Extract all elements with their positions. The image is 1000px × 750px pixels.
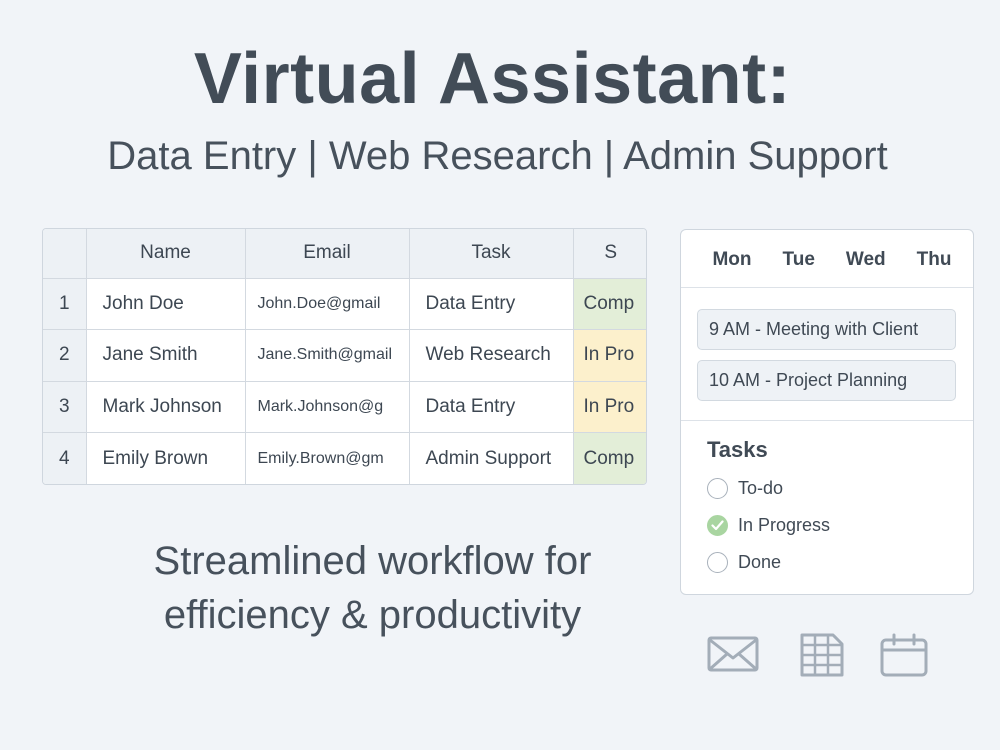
page-subtitle: Data Entry | Web Research | Admin Suppor…: [107, 134, 888, 178]
task-cell[interactable]: Web Research: [409, 329, 574, 382]
icon-row: [700, 632, 940, 682]
page: Virtual Assistant: Data Entry | Web Rese…: [0, 0, 1000, 750]
calendar-event[interactable]: 10 AM - Project Planning: [697, 360, 956, 401]
day-thu[interactable]: Thu: [917, 247, 952, 271]
status-cell[interactable]: Comp: [573, 278, 646, 330]
tagline-line: Streamlined workflow for: [153, 539, 592, 583]
page-title: Virtual Assistant:: [193, 39, 792, 119]
column-header-status[interactable]: S: [573, 229, 646, 279]
task-item-done[interactable]: Done: [707, 552, 781, 573]
task-label: To-do: [738, 478, 784, 498]
column-header-task[interactable]: Task: [409, 229, 574, 279]
radio-button[interactable]: [707, 478, 728, 499]
weekday-header: Mon Tue Wed Thu: [681, 230, 973, 288]
calendar-icon: [880, 633, 928, 677]
table-row: 2 Jane Smith Jane.Smith@gmail Web Resear…: [43, 329, 646, 382]
task-item-in-progress[interactable]: In Progress: [707, 515, 830, 536]
tagline-line: efficiency & productivity: [163, 593, 582, 637]
tasks-heading: Tasks: [707, 437, 768, 462]
name-cell[interactable]: Mark Johnson: [86, 381, 246, 433]
task-cell[interactable]: Admin Support: [409, 432, 574, 484]
day-mon[interactable]: Mon: [712, 247, 751, 271]
tagline: Streamlined workflow for efficiency & pr…: [95, 534, 650, 642]
header-row: Name Email Task S: [43, 229, 646, 279]
spreadsheet-icon: [800, 633, 844, 677]
row-number[interactable]: 1: [43, 278, 87, 330]
mail-icon: [707, 636, 759, 672]
check-icon: [711, 520, 724, 531]
name-cell[interactable]: Emily Brown: [86, 432, 246, 484]
table-row: 4 Emily Brown Emily.Brown@gm Admin Suppo…: [43, 432, 646, 484]
calendar-event[interactable]: 9 AM - Meeting with Client: [697, 309, 956, 350]
name-cell[interactable]: John Doe: [86, 278, 246, 330]
task-item-todo[interactable]: To-do: [707, 478, 783, 499]
divider: [681, 420, 973, 421]
column-header-email[interactable]: Email: [245, 229, 410, 279]
schedule-card: Mon Tue Wed Thu 9 AM - Meeting with Clie…: [680, 229, 974, 595]
day-wed[interactable]: Wed: [846, 247, 886, 271]
row-number[interactable]: 3: [43, 381, 87, 433]
task-label: Done: [738, 552, 782, 572]
table-row: 3 Mark Johnson Mark.Johnson@g Data Entry…: [43, 381, 646, 433]
spreadsheet: Name Email Task S 1 John Doe John.Doe@gm…: [42, 228, 647, 485]
column-header-name[interactable]: Name: [86, 229, 246, 279]
status-cell[interactable]: In Pro: [573, 329, 646, 382]
name-cell[interactable]: Jane Smith: [86, 329, 246, 382]
status-cell[interactable]: Comp: [573, 432, 646, 484]
column-header-rownum[interactable]: [43, 229, 87, 279]
radio-button[interactable]: [707, 552, 728, 573]
spreadsheet-table: Name Email Task S 1 John Doe John.Doe@gm…: [43, 229, 646, 484]
radio-checked[interactable]: [707, 515, 728, 536]
email-cell[interactable]: Mark.Johnson@g: [245, 381, 410, 433]
email-cell[interactable]: John.Doe@gmail: [245, 278, 410, 330]
email-cell[interactable]: Jane.Smith@gmail: [245, 329, 410, 382]
table-row: 1 John Doe John.Doe@gmail Data Entry Com…: [43, 278, 646, 330]
task-cell[interactable]: Data Entry: [409, 278, 574, 330]
status-cell[interactable]: In Pro: [573, 381, 646, 433]
row-number[interactable]: 4: [43, 432, 87, 484]
task-cell[interactable]: Data Entry: [409, 381, 574, 433]
day-tue[interactable]: Tue: [783, 247, 815, 271]
task-label: In Progress: [738, 515, 831, 535]
email-cell[interactable]: Emily.Brown@gm: [245, 432, 410, 484]
row-number[interactable]: 2: [43, 329, 87, 382]
